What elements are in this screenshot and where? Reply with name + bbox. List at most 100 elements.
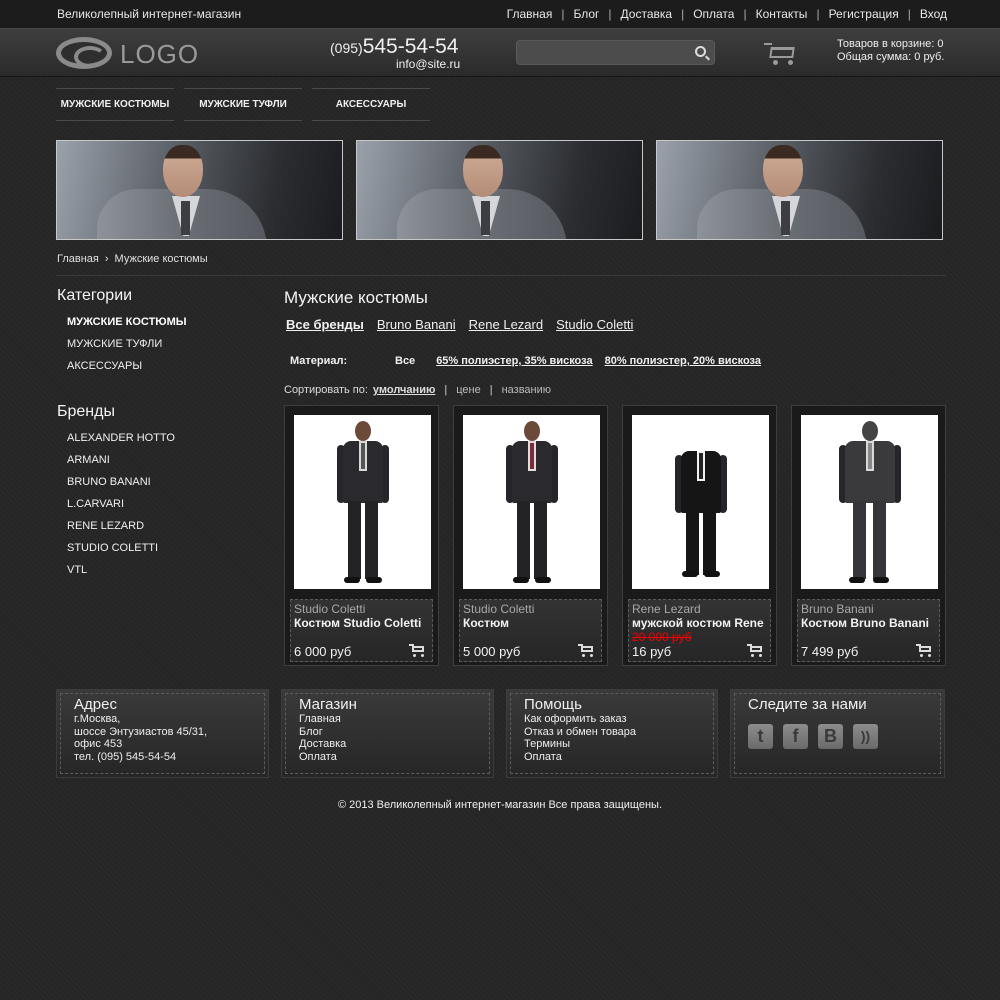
product-name[interactable]: Костюм Studio Coletti xyxy=(294,616,421,630)
product-price: 5 000 руб xyxy=(463,644,521,659)
footer-help: Помощь Как оформить заказ Отказ и обмен … xyxy=(506,689,718,778)
product-image[interactable] xyxy=(801,415,938,589)
topnav-home[interactable]: Главная xyxy=(507,7,553,21)
menu-item-shoes[interactable]: МУЖСКИЕ ТУФЛИ xyxy=(184,88,302,121)
header: LOGO (095)545-54-54 info@site.ru Товаров… xyxy=(0,28,1000,77)
footer-shop-title: Магазин xyxy=(299,696,357,713)
footer-help-title: Помощь xyxy=(524,696,582,713)
footer-social-title: Следите за нами xyxy=(748,696,867,713)
category-item-shoes[interactable]: МУЖСКИЕ ТУФЛИ xyxy=(67,338,162,350)
brand-filter-item[interactable]: Bruno Banani xyxy=(377,317,456,332)
address-line: тел. (095) 545-54-54 xyxy=(74,751,177,764)
email-link[interactable]: info@site.ru xyxy=(396,57,460,71)
brand-filter-item[interactable]: Studio Coletti xyxy=(556,317,633,332)
main-menu: МУЖСКИЕ КОСТЮМЫ МУЖСКИЕ ТУФЛИ АКСЕССУАРЫ xyxy=(56,88,440,121)
brand-filter-item[interactable]: Rene Lezard xyxy=(469,317,543,332)
top-bar: Великолепный интернет-магазин Главная | Б… xyxy=(0,0,1000,28)
logo[interactable]: LOGO xyxy=(56,34,198,72)
search-input[interactable] xyxy=(516,40,715,65)
cart-icon[interactable] xyxy=(764,41,798,65)
banner-image[interactable] xyxy=(356,140,643,240)
brand-filter: Все бренды Bruno Banani Rene Lezard Stud… xyxy=(286,317,646,332)
banner-image[interactable] xyxy=(656,140,943,240)
vk-icon[interactable]: B xyxy=(818,724,843,749)
menu-item-suits[interactable]: МУЖСКИЕ КОСТЮМЫ xyxy=(56,88,174,121)
product-name[interactable]: мужской костюм Rene xyxy=(632,616,764,630)
footer-link[interactable]: Оплата xyxy=(524,751,562,763)
facebook-icon[interactable]: f xyxy=(783,724,808,749)
breadcrumb-separator: › xyxy=(104,253,109,265)
product-info: Rene Lezard мужской костюм Rene 20 000 р… xyxy=(628,599,771,662)
menu-item-accessories[interactable]: АКСЕССУАРЫ xyxy=(312,88,430,121)
breadcrumb-home[interactable]: Главная xyxy=(57,253,99,265)
brand-item[interactable]: ALEXANDER HOTTO xyxy=(67,432,175,444)
twitter-icon[interactable]: t xyxy=(748,724,773,749)
material-option-all[interactable]: Все xyxy=(395,355,415,367)
rss-icon[interactable]: )) xyxy=(853,724,878,749)
footer-link[interactable]: Отказ и обмен товара xyxy=(524,726,636,738)
footer-address: Адрес г.Москва, шоссе Энтузиастов 45/31,… xyxy=(56,689,269,778)
product-brand: Studio Coletti xyxy=(463,602,535,616)
material-option[interactable]: 80% полиэстер, 20% вискоза xyxy=(605,355,761,367)
brand-item[interactable]: STUDIO COLETTI xyxy=(67,542,158,554)
product-info: Studio Coletti Костюм Studio Coletti 6 0… xyxy=(290,599,433,662)
add-to-cart-icon[interactable] xyxy=(578,644,595,657)
category-item-accessories[interactable]: АКСЕССУАРЫ xyxy=(67,360,142,372)
phone-main: 545-54-54 xyxy=(362,35,459,58)
categories-list: МУЖСКИЕ КОСТЮМЫ МУЖСКИЕ ТУФЛИ АКСЕССУАРЫ xyxy=(67,315,187,381)
brand-item[interactable]: BRUNO BANANI xyxy=(67,476,151,488)
footer-shop: Магазин Главная Блог Доставка Оплата xyxy=(281,689,494,778)
topnav-login[interactable]: Вход xyxy=(920,7,947,21)
topnav-blog[interactable]: Блог xyxy=(573,7,599,21)
brands-title: Бренды xyxy=(57,403,115,420)
material-label: Материал: xyxy=(290,355,348,367)
sort-option-default[interactable]: умолчанию xyxy=(373,384,435,396)
topnav-delivery[interactable]: Доставка xyxy=(621,7,673,21)
topnav-contacts[interactable]: Контакты xyxy=(756,7,808,21)
topnav-payment[interactable]: Оплата xyxy=(693,7,734,21)
cart-total: Общая сумма: 0 руб. xyxy=(837,51,945,63)
page-title: Мужские костюмы xyxy=(284,288,428,307)
topnav-register[interactable]: Регистрация xyxy=(829,7,899,21)
product-info: Bruno Banani Костюм Bruno Banani 7 499 р… xyxy=(797,599,940,662)
product-price: 7 499 руб xyxy=(801,644,859,659)
product-name[interactable]: Костюм xyxy=(463,616,509,630)
cart-count: Товаров в корзине: 0 xyxy=(837,38,944,50)
footer-link[interactable]: Как оформить заказ xyxy=(524,713,627,725)
product-card[interactable]: Rene Lezard мужской костюм Rene 20 000 р… xyxy=(622,405,777,666)
product-card[interactable]: Studio Coletti Костюм 5 000 руб xyxy=(453,405,608,666)
brand-filter-all[interactable]: Все бренды xyxy=(286,317,364,332)
copyright: © 2013 Великолепный интернет-магазин Все… xyxy=(337,799,663,811)
material-filter: Материал: Все 65% полиэстер, 35% вискоза… xyxy=(290,355,773,367)
sort-option-name[interactable]: названию xyxy=(502,384,551,396)
breadcrumb-current: Мужские костюмы xyxy=(114,253,208,265)
product-card[interactable]: Bruno Banani Костюм Bruno Banani 7 499 р… xyxy=(791,405,946,666)
sort-option-price[interactable]: цене xyxy=(456,384,481,396)
footer-link[interactable]: Блог xyxy=(299,726,323,738)
add-to-cart-icon[interactable] xyxy=(916,644,933,657)
material-option[interactable]: 65% полиэстер, 35% вискоза xyxy=(436,355,592,367)
add-to-cart-icon[interactable] xyxy=(747,644,764,657)
address-line: офис 453 xyxy=(74,738,123,751)
product-image[interactable] xyxy=(294,415,431,589)
search-icon[interactable] xyxy=(695,46,706,57)
category-item-suits[interactable]: МУЖСКИЕ КОСТЮМЫ xyxy=(67,316,187,328)
footer-link[interactable]: Главная xyxy=(299,713,341,725)
breadcrumb: Главная › Мужские костюмы xyxy=(57,253,208,265)
product-image[interactable] xyxy=(463,415,600,589)
product-name[interactable]: Костюм Bruno Banani xyxy=(801,616,929,630)
brand-item[interactable]: VTL xyxy=(67,564,87,576)
footer-link[interactable]: Термины xyxy=(524,738,570,750)
add-to-cart-icon[interactable] xyxy=(409,644,426,657)
product-image[interactable] xyxy=(632,415,769,589)
product-price: 16 руб xyxy=(632,644,672,659)
sort-bar: Сортировать по: умолчанию | цене | назва… xyxy=(284,384,551,396)
cart-summary[interactable]: Товаров в корзине: 0 Общая сумма: 0 руб. xyxy=(837,38,944,64)
banner-image[interactable] xyxy=(56,140,343,240)
brand-item[interactable]: ARMANI xyxy=(67,454,110,466)
footer-link[interactable]: Доставка xyxy=(299,738,346,750)
product-card[interactable]: Studio Coletti Костюм Studio Coletti 6 0… xyxy=(284,405,439,666)
brand-item[interactable]: L.CARVARI xyxy=(67,498,124,510)
footer-link[interactable]: Оплата xyxy=(299,751,337,763)
brand-item[interactable]: RENE LEZARD xyxy=(67,520,144,532)
